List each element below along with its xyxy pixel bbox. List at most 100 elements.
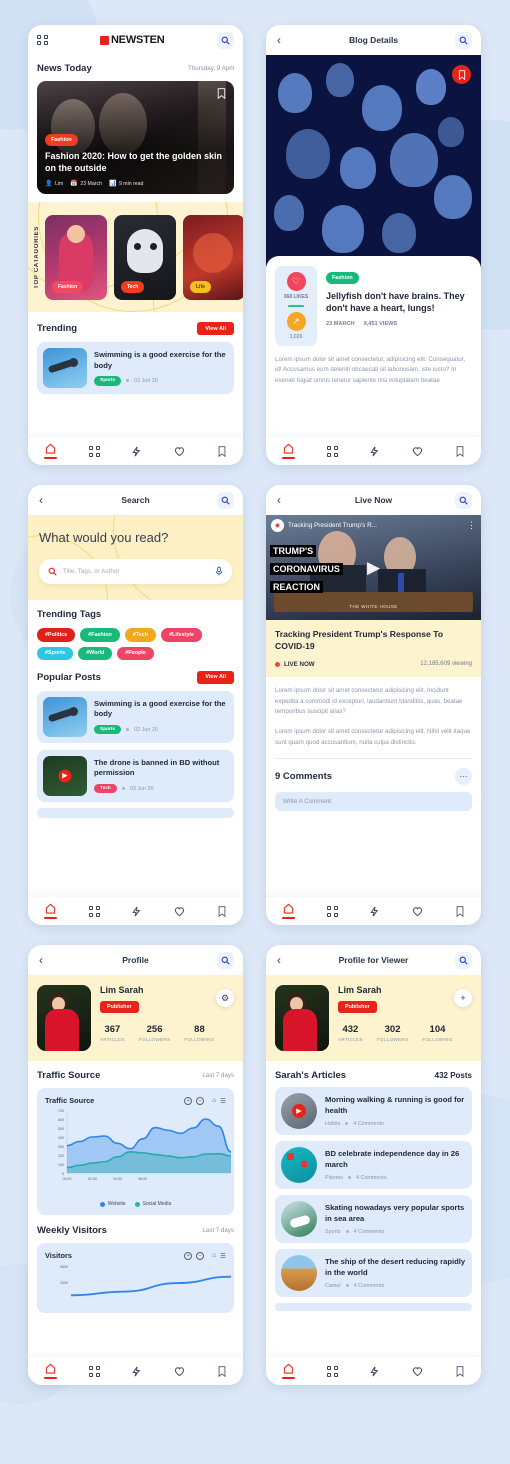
search-icon (48, 567, 57, 577)
separator-dot (121, 787, 125, 791)
search-icon[interactable] (455, 491, 472, 509)
nav-favorites[interactable] (174, 906, 185, 917)
categories-label: TOP CATAGORIES (34, 225, 40, 289)
plus-icon[interactable]: + (454, 989, 472, 1007)
avatar[interactable] (37, 985, 91, 1051)
nav-trending[interactable] (131, 906, 142, 917)
tag-chip[interactable]: #People (117, 646, 154, 660)
search-icon[interactable] (216, 491, 234, 509)
category-card[interactable]: Life (183, 214, 243, 300)
bookmark-icon[interactable] (217, 88, 226, 102)
nav-trending[interactable] (131, 446, 142, 457)
search-icon[interactable] (454, 951, 472, 969)
menu-icon[interactable]: ☰ (220, 1097, 226, 1105)
category-card[interactable]: Fashion (45, 214, 107, 300)
home-icon[interactable]: ⌂ (212, 1097, 216, 1104)
nav-favorites[interactable] (174, 446, 185, 457)
zoom-in-icon[interactable]: + (184, 1251, 193, 1260)
list-item[interactable]: BD celebrate independence day in 26 marc… (275, 1141, 472, 1189)
nav-trending[interactable] (131, 1366, 142, 1377)
nav-home[interactable] (43, 903, 57, 919)
view-all-button[interactable]: View All (197, 322, 234, 335)
back-button[interactable]: ‹ (37, 953, 54, 967)
legend-website[interactable]: Website (99, 1201, 126, 1207)
search-icon[interactable] (216, 951, 234, 969)
list-item-partial[interactable] (37, 807, 234, 818)
stat-articles: 367 ARTICLES (100, 1024, 125, 1042)
nav-home[interactable] (281, 903, 295, 919)
menu-icon[interactable]: ☰ (220, 1252, 226, 1260)
zoom-out-icon[interactable]: − (196, 1096, 205, 1105)
nav-favorites[interactable] (412, 446, 423, 457)
nav-bookmarks[interactable] (455, 445, 465, 457)
zoom-out-icon[interactable]: − (196, 1251, 205, 1260)
nav-home[interactable] (281, 1363, 295, 1379)
back-button[interactable]: ‹ (275, 33, 292, 47)
tag-chip[interactable]: #Lifestyle (161, 628, 202, 642)
bottom-nav (28, 1357, 243, 1385)
tag-chip[interactable]: #Fashion (80, 628, 120, 642)
nav-favorites[interactable] (412, 1366, 423, 1377)
play-icon[interactable]: ▶ (58, 769, 72, 783)
nav-favorites[interactable] (174, 1366, 185, 1377)
share-icon[interactable]: ↗ (286, 311, 306, 331)
hero-article-card[interactable]: Fashion Fashion 2020: How to get the gol… (37, 81, 234, 194)
nav-trending[interactable] (369, 906, 380, 917)
nav-trending[interactable] (369, 1366, 380, 1377)
zoom-in-icon[interactable]: + (184, 1096, 193, 1105)
play-icon[interactable]: ▶ (292, 1104, 306, 1118)
nav-bookmarks[interactable] (217, 1365, 227, 1377)
list-item[interactable]: The ship of the desert reducing rapidly … (275, 1249, 472, 1297)
tag-chip[interactable]: #Tech (124, 628, 157, 642)
tag-chip[interactable]: #Politics (37, 628, 76, 642)
category-chip[interactable]: Fashion (326, 272, 359, 284)
tag-chip[interactable]: #Sports (37, 646, 74, 660)
nav-categories[interactable] (88, 445, 100, 457)
nav-home[interactable] (281, 443, 295, 459)
video-player[interactable]: ◉ Tracking President Trump's R... ⋮ TRUM… (266, 515, 481, 620)
nav-bookmarks[interactable] (217, 445, 227, 457)
live-info: Tracking President Trump's Response To C… (266, 620, 481, 677)
nav-categories[interactable] (88, 1365, 100, 1377)
grid-icon[interactable] (37, 34, 48, 46)
list-item[interactable]: Swimming is a good exercise for the body… (37, 690, 234, 743)
category-card[interactable]: Tech (114, 214, 176, 300)
nav-categories[interactable] (326, 905, 338, 917)
back-button[interactable]: ‹ (275, 493, 292, 507)
home-icon[interactable]: ⌂ (212, 1252, 216, 1259)
view-all-button[interactable]: View All (197, 670, 234, 684)
search-input[interactable]: Title, Tags, or Author (39, 559, 232, 585)
nav-favorites[interactable] (412, 906, 423, 917)
list-item[interactable]: ▶ The drone is banned in BD without perm… (37, 749, 234, 802)
list-item[interactable]: Skating nowadays very popular sports in … (275, 1195, 472, 1243)
heart-icon[interactable]: ♡ (286, 272, 306, 291)
search-icon[interactable] (216, 31, 234, 49)
avatar[interactable] (275, 985, 329, 1051)
nav-trending[interactable] (369, 446, 380, 457)
tag-chip[interactable]: #World (78, 646, 113, 660)
comment-input[interactable]: Write A Comment (275, 791, 472, 811)
legend-social[interactable]: Social Media (134, 1201, 171, 1207)
play-icon[interactable]: ▶ (367, 558, 380, 578)
nav-categories[interactable] (88, 905, 100, 917)
search-icon[interactable] (455, 31, 472, 49)
nav-home[interactable] (43, 1363, 57, 1379)
nav-home[interactable] (43, 443, 57, 459)
hero-category-chip[interactable]: Fashion (45, 134, 78, 146)
gear-icon[interactable]: ⚙ (216, 989, 234, 1007)
back-button[interactable]: ‹ (37, 493, 54, 507)
nav-bookmarks[interactable] (217, 905, 227, 917)
list-item-partial[interactable] (275, 1303, 472, 1311)
back-button[interactable]: ‹ (275, 953, 292, 967)
nav-bookmarks[interactable] (455, 905, 465, 917)
article-comments: 4 Comments (353, 1120, 384, 1127)
more-horizontal-icon[interactable]: ⋯ (455, 767, 472, 785)
nav-bookmarks[interactable] (455, 1365, 465, 1377)
search-header: What would you read? Title, Tags, or Aut… (28, 515, 243, 601)
nav-categories[interactable] (326, 445, 338, 457)
bookmark-icon[interactable] (452, 65, 471, 84)
nav-categories[interactable] (326, 1365, 338, 1377)
list-item[interactable]: ▶ Morning walking & running is good for … (275, 1087, 472, 1135)
trending-list-item[interactable]: Swimming is a good exercise for the body… (37, 342, 234, 394)
more-vertical-icon[interactable]: ⋮ (467, 520, 476, 531)
